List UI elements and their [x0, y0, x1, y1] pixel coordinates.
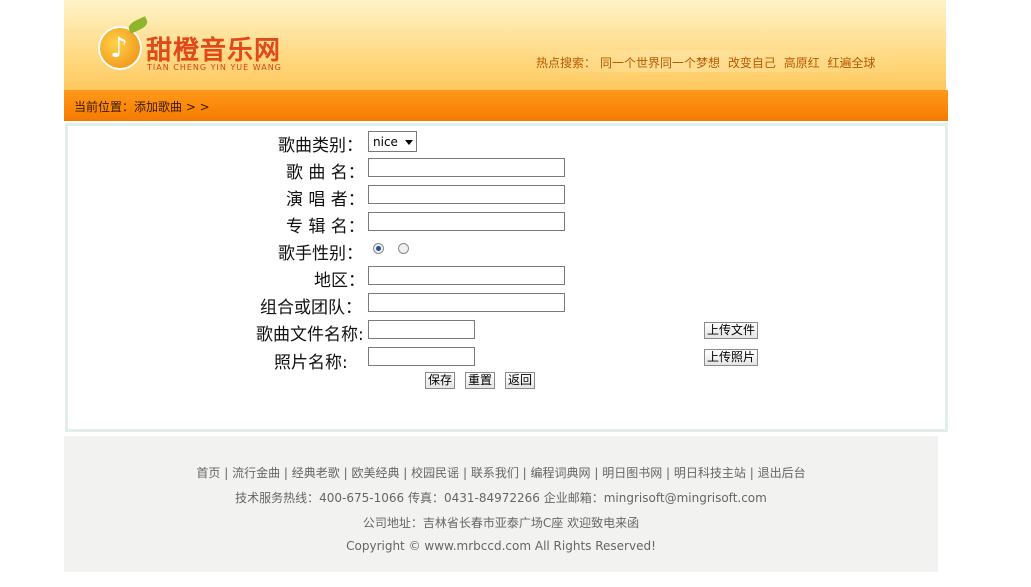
hot-search-link[interactable]: 改变自己 [728, 56, 776, 70]
footer-address: 公司地址：吉林省长春市亚泰广场C座 欢迎致电来函 [362, 516, 640, 530]
group-label: 组合或团队： [260, 298, 362, 318]
photo-input[interactable] [368, 347, 475, 366]
song-file-input[interactable] [368, 320, 475, 339]
breadcrumb: 当前位置：添加歌曲 > > [74, 100, 210, 114]
site-logo-text: 甜橙音乐网 [146, 36, 282, 66]
album-input[interactable] [368, 212, 565, 231]
hot-search: 热点搜索： 同一个世界同一个梦想 改变自己 高原红 红遍全球 [536, 54, 880, 71]
category-select-value: nice [373, 135, 398, 149]
site-footer: 首页 | 流行金曲 | 经典老歌 | 欧美经典 | 校园民谣 | 联系我们 | … [64, 436, 938, 572]
save-button[interactable]: 保存 [425, 372, 456, 389]
footer-link-books[interactable]: 明日图书网 [602, 466, 662, 480]
album-label: 专 辑 名： [286, 217, 365, 237]
hot-search-link[interactable]: 高原红 [784, 56, 820, 70]
reset-button[interactable]: 重置 [465, 372, 496, 389]
footer-link-home[interactable]: 首页 [196, 466, 220, 480]
site-header: ♪ 甜橙音乐网 TIAN CHENG YIN YUE WANG 热点搜索： 同一个… [64, 0, 946, 90]
site-logo-pinyin: TIAN CHENG YIN YUE WANG [147, 63, 282, 72]
hot-search-link[interactable]: 红遍全球 [828, 56, 876, 70]
footer-link-classic[interactable]: 经典老歌 [292, 466, 340, 480]
upload-file-button[interactable]: 上传文件 [704, 322, 759, 339]
chevron-down-icon [405, 140, 413, 145]
region-label: 地区： [314, 271, 365, 291]
footer-link-contact[interactable]: 联系我们 [471, 466, 519, 480]
photo-label: 照片名称: [274, 353, 348, 373]
region-input[interactable] [368, 266, 565, 285]
singer-input[interactable] [368, 185, 565, 204]
footer-links: 首页 | 流行金曲 | 经典老歌 | 欧美经典 | 校园民谣 | 联系我们 | … [196, 466, 806, 480]
footer-copyright: Copyright © www.mrbccd.com All Rights Re… [346, 539, 656, 553]
gender-radio-female[interactable] [398, 243, 409, 254]
category-label: 歌曲类别： [278, 136, 363, 156]
gender-radio-male[interactable] [373, 243, 384, 254]
breadcrumb-bar: 当前位置：添加歌曲 > > [64, 90, 948, 121]
footer-link-dictionary[interactable]: 编程词典网 [531, 466, 591, 480]
footer-link-logout[interactable]: 退出后台 [758, 466, 806, 480]
back-button[interactable]: 返回 [505, 372, 536, 389]
footer-link-pop[interactable]: 流行金曲 [232, 466, 280, 480]
song-name-input[interactable] [368, 158, 565, 177]
song-file-label: 歌曲文件名称: [256, 325, 364, 345]
footer-link-western[interactable]: 欧美经典 [351, 466, 399, 480]
category-select[interactable]: nice [368, 131, 417, 152]
footer-link-campus[interactable]: 校园民谣 [411, 466, 459, 480]
footer-link-main-site[interactable]: 明日科技主站 [674, 466, 746, 480]
hot-search-link[interactable]: 同一个世界同一个梦想 [600, 56, 720, 70]
hot-search-label: 热点搜索： [536, 56, 597, 70]
song-name-label: 歌 曲 名： [286, 163, 365, 183]
footer-support: 技术服务热线：400-675-1066 传真：0431-84972266 企业邮… [235, 491, 767, 505]
upload-photo-button[interactable]: 上传照片 [704, 349, 759, 366]
group-input[interactable] [368, 293, 565, 312]
orange-logo-icon: ♪ [98, 26, 142, 70]
gender-label: 歌手性别： [278, 244, 363, 264]
singer-label: 演 唱 者： [286, 190, 365, 210]
